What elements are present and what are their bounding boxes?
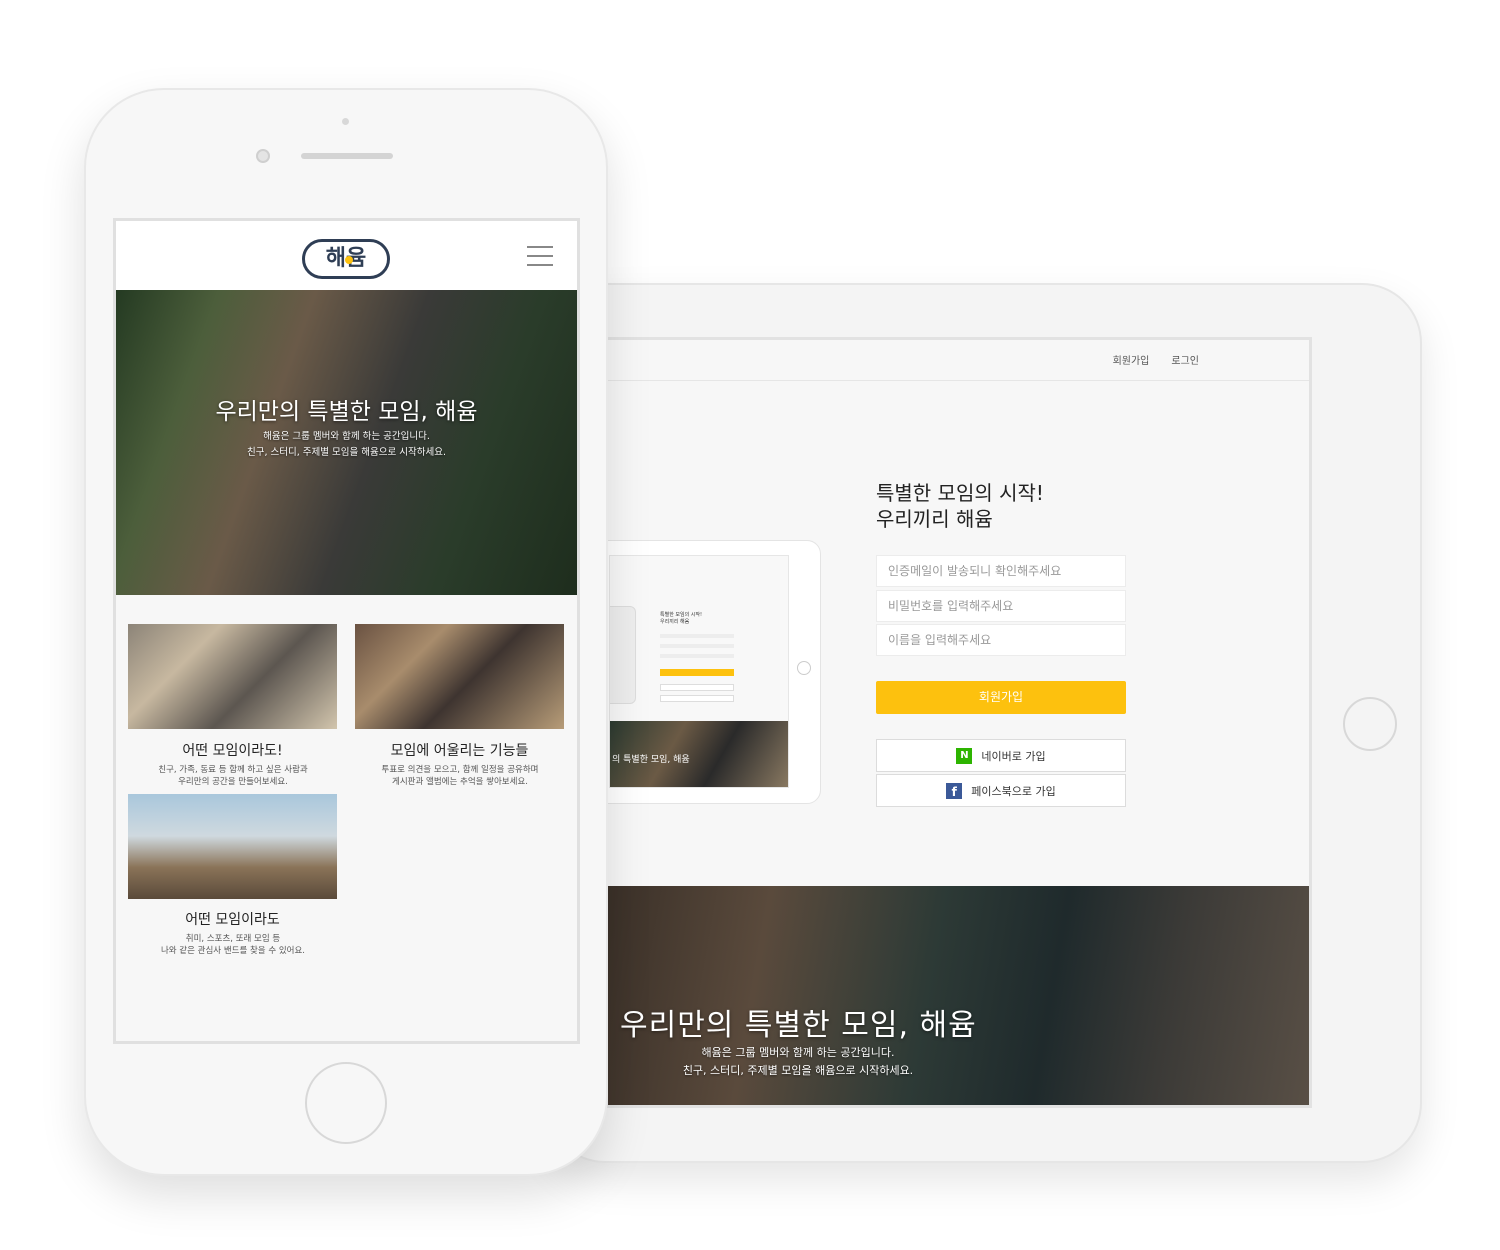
phone-sensor [342, 118, 349, 125]
tablet-screen: 회원가입 로그인 특별한 모임의 시작! 우리끼리 해윰 의 특별한 모임, 해… [605, 337, 1312, 1108]
naver-signup-label: 네이버로 가입 [981, 749, 1046, 763]
name-field[interactable]: 이름을 입력해주세요 [876, 624, 1126, 656]
feature-desc-line2: 우리만의 공간을 만들어보세요. [178, 777, 288, 787]
feature-desc-line2: 게시판과 앨범에는 추억을 쌓아보세요. [392, 777, 528, 787]
mini-title-line1: 특별한 모임의 시작! [660, 612, 702, 618]
feature-image-outdoor [128, 794, 337, 899]
phone-home-button[interactable] [305, 1062, 387, 1144]
phone-header: 해윰 [116, 221, 577, 290]
mini-naver-button [660, 684, 734, 691]
mini-input [660, 654, 734, 658]
signup-heading-line1: 특별한 모임의 시작! [876, 481, 1044, 505]
phone-camera [256, 149, 270, 163]
tablet-hero-subtitle-line2: 친구, 스터디, 주제별 모임을 해윰으로 시작하세요. [682, 1064, 914, 1077]
naver-icon: N [956, 747, 973, 764]
mini-hero-text: 의 특별한 모임, 해윰 [612, 755, 690, 765]
tablet-hero-title: 우리만의 특별한 모임, 해윰 [620, 1008, 977, 1043]
naver-signup-button[interactable]: N 네이버로 가입 [876, 739, 1126, 772]
feature-title: 어떤 모임이라도 [185, 912, 280, 928]
phone-hero-title: 우리만의 특별한 모임, 해윰 [215, 399, 478, 425]
tablet-hero-subtitle: 해윰은 그룹 멤버와 함께 하는 공간입니다. 친구, 스터디, 주제별 모임을… [648, 1044, 948, 1080]
signup-heading-line2: 우리끼리 해윰 [876, 507, 993, 531]
feature-description: 취미, 스포츠, 또래 모임 등 나와 같은 관심사 밴드를 찾을 수 있어요. [118, 933, 348, 957]
mini-facebook-button [660, 695, 734, 702]
mini-tablet-preview: 특별한 모임의 시작! 우리끼리 해윰 의 특별한 모임, 해윰 [608, 540, 821, 804]
facebook-signup-button[interactable]: f 페이스북으로 가입 [876, 774, 1126, 807]
facebook-signup-label: 페이스북으로 가입 [971, 784, 1056, 798]
tablet-home-button[interactable] [1343, 697, 1397, 751]
feature-image-group [128, 624, 337, 729]
phone-speaker [301, 153, 393, 159]
mini-title-line2: 우리끼리 해윰 [660, 619, 690, 625]
feature-description: 투표로 의견을 모으고, 함께 일정을 공유하며 게시판과 앨범에는 추억을 쌓… [345, 764, 575, 788]
facebook-icon: f [946, 782, 963, 799]
mini-signup-button [660, 669, 734, 676]
email-field[interactable]: 인증메일이 발송되니 확인해주세요 [876, 555, 1126, 587]
feature-desc-line1: 친구, 가족, 동료 등 함께 하고 싶은 사람과 [158, 765, 308, 775]
feature-desc-line1: 투표로 의견을 모으고, 함께 일정을 공유하며 [381, 765, 539, 775]
signup-button[interactable]: 회원가입 [876, 681, 1126, 714]
feature-description: 친구, 가족, 동료 등 함께 하고 싶은 사람과 우리만의 공간을 만들어보세… [118, 764, 348, 788]
feature-title: 어떤 모임이라도! [182, 743, 283, 759]
logo-dot [345, 256, 353, 264]
device-mockup-stage: 회원가입 로그인 특별한 모임의 시작! 우리끼리 해윰 의 특별한 모임, 해… [0, 0, 1500, 1250]
nav-signup-link[interactable]: 회원가입 [1113, 352, 1150, 367]
tablet-top-nav: 회원가입 로그인 [1113, 352, 1199, 367]
logo[interactable]: 해윰 [302, 239, 390, 279]
signup-heading: 특별한 모임의 시작! 우리끼리 해윰 [876, 480, 1044, 532]
phone-hero-subtitle-line1: 해윰은 그룹 멤버와 함께 하는 공간입니다. [263, 431, 430, 442]
phone-hero-subtitle-line2: 친구, 스터디, 주제별 모임을 해윰으로 시작하세요. [247, 447, 446, 458]
mini-input [660, 634, 734, 638]
password-field[interactable]: 비밀번호를 입력해주세요 [876, 590, 1126, 622]
phone-hero-subtitle: 해윰은 그룹 멤버와 함께 하는 공간입니다. 친구, 스터디, 주제별 모임을… [116, 429, 577, 461]
phone-screen: 해윰 우리만의 특별한 모임, 해윰 해윰은 그룹 멤버와 함께 하는 공간입니… [113, 218, 580, 1044]
mini-phone-preview [610, 606, 636, 704]
feature-desc-line2: 나와 같은 관심사 밴드를 찾을 수 있어요. [160, 946, 306, 956]
feature-desc-line1: 취미, 스포츠, 또래 모임 등 [185, 934, 281, 944]
nav-login-link[interactable]: 로그인 [1171, 352, 1199, 367]
feature-title: 모임에 어울리는 기능들 [390, 743, 529, 759]
mini-screen: 특별한 모임의 시작! 우리끼리 해윰 의 특별한 모임, 해윰 [609, 555, 789, 788]
mini-input [660, 644, 734, 648]
feature-image-friends [355, 624, 564, 729]
mini-home-button [797, 661, 811, 675]
nav-divider [608, 380, 1309, 381]
hamburger-menu-icon[interactable] [527, 246, 553, 266]
mini-title: 특별한 모임의 시작! 우리끼리 해윰 [660, 612, 702, 626]
tablet-hero-subtitle-line1: 해윰은 그룹 멤버와 함께 하는 공간입니다. [701, 1046, 895, 1059]
